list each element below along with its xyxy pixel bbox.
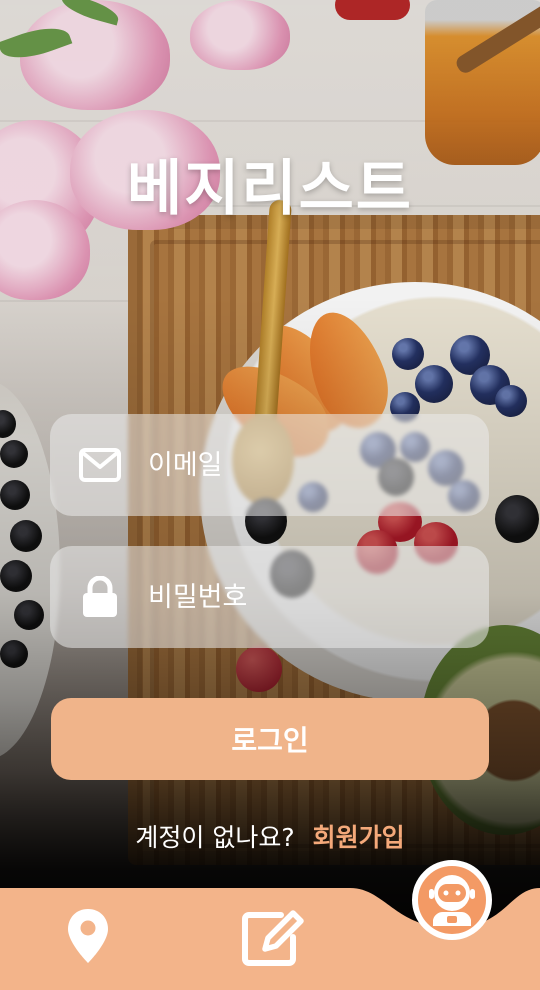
nav-map-button[interactable]	[62, 900, 114, 972]
lock-icon	[76, 573, 124, 621]
edit-icon	[242, 910, 304, 966]
app-title: 베지리스트	[127, 154, 413, 224]
robot-icon	[429, 875, 475, 926]
login-screen: 베지리스트 로그인 계정이 없나요? 회원가입	[0, 0, 540, 990]
password-field[interactable]	[50, 546, 489, 648]
email-field[interactable]	[50, 414, 489, 516]
email-input[interactable]	[146, 448, 450, 482]
login-button[interactable]: 로그인	[51, 698, 489, 780]
password-input[interactable]	[146, 580, 450, 614]
signup-prompt: 계정이 없나요?	[135, 823, 295, 852]
bottom-nav	[0, 860, 540, 990]
signup-link[interactable]: 회원가입	[313, 823, 405, 852]
nav-edit-button[interactable]	[238, 900, 310, 972]
envelope-icon	[76, 441, 124, 489]
nav-robot-button[interactable]	[412, 860, 492, 940]
map-pin-icon	[68, 909, 108, 963]
signup-row: 계정이 없나요? 회원가입	[0, 818, 540, 854]
